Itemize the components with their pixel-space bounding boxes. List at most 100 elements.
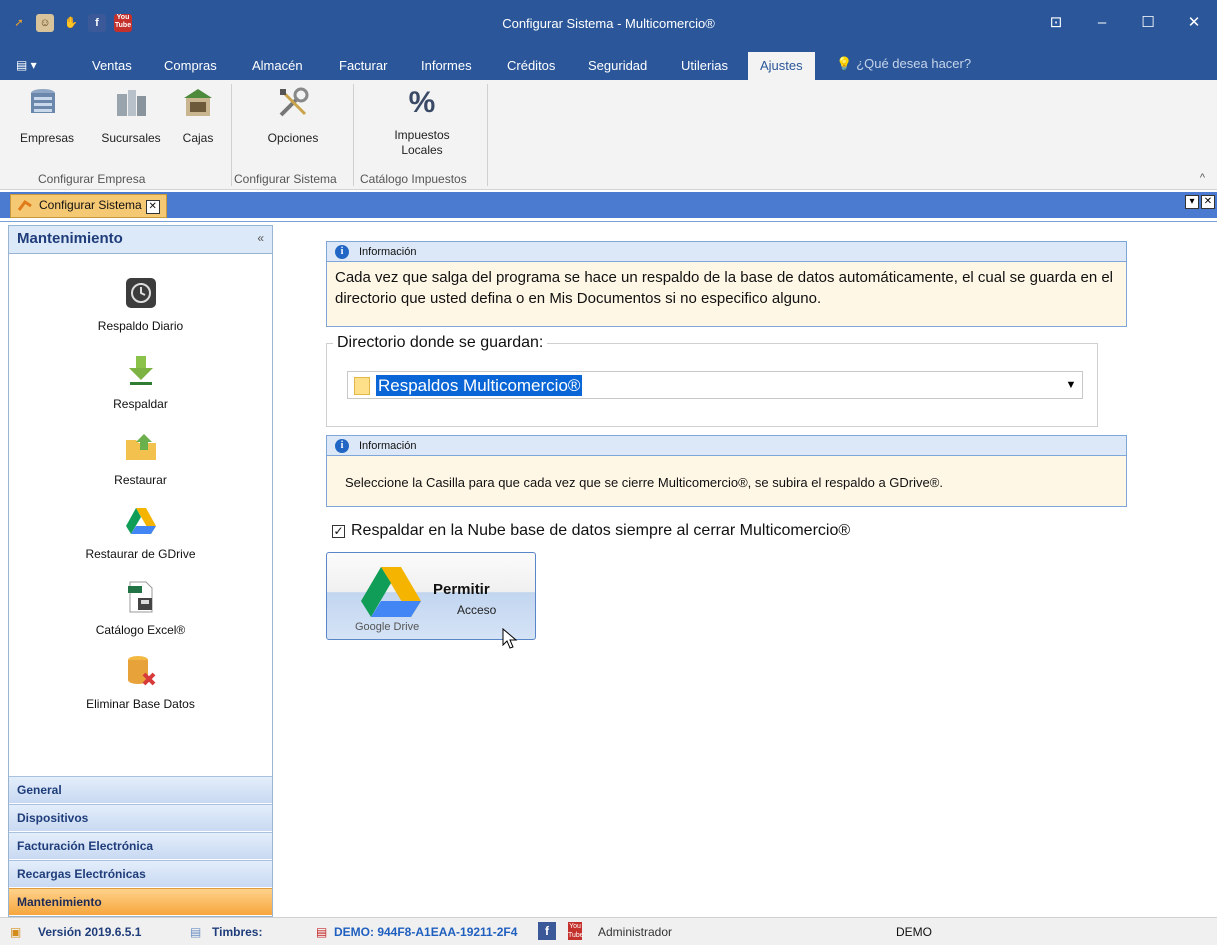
directory-group: Directorio donde se guardan: Respaldos M… (326, 334, 1098, 427)
permit-title: Permitir (433, 581, 490, 598)
opciones-label: Opciones (267, 131, 319, 145)
app-logo-icon (17, 199, 32, 211)
youtube-icon[interactable]: You Tube (568, 922, 584, 940)
status-version: Versión 2019.6.5.1 (38, 925, 142, 939)
sidebar-item-restaurar[interactable]: Restaurar (9, 430, 272, 487)
close-tab-icon[interactable]: ✕ (145, 200, 160, 214)
sidebar-item-label: Respaldo Diario (97, 319, 184, 333)
google-drive-icon (361, 567, 421, 617)
tab-utilerias[interactable]: Utilerias (681, 58, 728, 73)
group-label-configurar-empresa: Configurar Empresa (38, 172, 146, 186)
empresas-button[interactable]: Empresas (20, 86, 75, 145)
cajas-label: Cajas (182, 131, 214, 145)
directory-legend: Directorio donde se guardan: (333, 334, 548, 352)
group-label-catalogo-impuestos: Catálogo Impuestos (360, 172, 467, 186)
directory-combo[interactable]: Respaldos Multicomercio® ▼ (347, 371, 1083, 399)
tab-strip-bar (0, 192, 1217, 218)
sidebar-item-label: Catálogo Excel® (95, 623, 186, 637)
lightbulb-icon: 💡 (836, 56, 853, 71)
info-panel-title: Información (359, 245, 417, 258)
title-bar: ➚ ☺ ✋ f You Tube Configurar Sistema - Mu… (0, 0, 1217, 50)
sidebar-category-recargas-electronicas[interactable]: Recargas Electrónicas (9, 860, 272, 887)
window-controls: ⊡ – ☐ ✕ (1033, 10, 1217, 36)
sidebar-category-mantenimiento[interactable]: Mantenimiento (9, 888, 272, 915)
tab-facturar[interactable]: Facturar (339, 58, 387, 73)
info-panel-backup: i Información Cada vez que salga del pro… (326, 241, 1127, 327)
close-button[interactable]: ✕ (1171, 10, 1217, 36)
tell-me-label: ¿Qué desea hacer? (856, 56, 972, 71)
demo-key-icon: ▤ (316, 925, 328, 939)
impuestos-locales-button[interactable]: % Impuestos Locales (382, 86, 462, 158)
sidebar-category-dispositivos[interactable]: Dispositivos (9, 804, 272, 831)
cloud-backup-checkbox[interactable]: ✓ Respaldar en la Nube base de datos sie… (332, 522, 850, 540)
sidebar-item-restaurar-gdrive[interactable]: Restaurar de GDrive (9, 504, 272, 561)
info-panel-gdrive: i Información Seleccione la Casilla para… (326, 435, 1127, 507)
sidebar-item-eliminar-base-datos[interactable]: Eliminar Base Datos (9, 654, 272, 711)
facebook-icon[interactable]: f (538, 922, 556, 940)
tab-list-icon[interactable]: ▾ (1185, 195, 1199, 209)
status-user: Administrador (598, 925, 673, 939)
menu-icon[interactable]: ▤ ▾ (16, 58, 42, 74)
ribbon-separator (353, 84, 354, 186)
tab-informes[interactable]: Informes (421, 58, 472, 73)
doc-tab-configurar-sistema[interactable]: Configurar Sistema ✕ (10, 194, 167, 218)
sucursales-button[interactable]: Sucursales (96, 86, 166, 145)
doc-tab-label: Configurar Sistema (39, 198, 142, 212)
close-all-icon[interactable]: ✕ (1201, 195, 1215, 209)
info-panel-text: Cada vez que salga del programa se hace … (335, 269, 1114, 307)
sidebar-title: Mantenimiento (17, 230, 123, 247)
sidebar-category-facturacion-electronica[interactable]: Facturación Electrónica (9, 832, 272, 859)
sidebar-item-respaldar[interactable]: Respaldar (9, 354, 272, 411)
sidebar-item-label: Restaurar (114, 473, 167, 487)
google-drive-label: Google Drive (355, 621, 420, 633)
timbres-icon: ▤ (190, 925, 202, 939)
branches-icon (117, 90, 146, 116)
tell-me-search[interactable]: 💡 ¿Qué desea hacer? (836, 56, 971, 72)
main-content: i Información Cada vez que salga del pro… (274, 225, 1217, 917)
empresas-label: Empresas (20, 131, 75, 145)
info-panel-text: Seleccione la Casilla para que cada vez … (345, 475, 943, 490)
status-bar: ▣ Versión 2019.6.5.1 ▤ Timbres: ▤ DEMO: … (0, 917, 1217, 945)
sucursales-label: Sucursales (101, 131, 161, 145)
database-delete-icon (127, 656, 155, 686)
excel-file-icon (127, 581, 152, 613)
checkbox-checked-icon[interactable]: ✓ (332, 524, 345, 538)
directory-value: Respaldos Multicomercio® (376, 375, 583, 396)
mouse-cursor-icon (502, 628, 518, 649)
info-panel-header: i Información (327, 436, 1126, 456)
status-timbres: Timbres: (212, 925, 263, 939)
checkbox-label: Respaldar en la Nube base de datos siemp… (351, 522, 851, 539)
tab-almacen[interactable]: Almacén (252, 58, 303, 73)
sidebar-item-respaldo-diario[interactable]: Respaldo Diario (9, 276, 272, 333)
status-app-icon: ▣ (10, 925, 22, 939)
ribbon-separator (231, 84, 232, 186)
clock-icon (125, 278, 156, 308)
percent-icon: % (408, 86, 436, 119)
ribbon-separator (487, 84, 488, 186)
tab-ventas[interactable]: Ventas (92, 58, 132, 73)
sidebar-category-general[interactable]: General (9, 776, 272, 803)
maximize-button[interactable]: ☐ (1125, 10, 1171, 36)
document-tab-strip: Configurar Sistema ✕ ▾ ✕ (0, 190, 1217, 222)
group-label-configurar-sistema: Configurar Sistema (234, 172, 337, 186)
tab-compras[interactable]: Compras (164, 58, 217, 73)
google-drive-icon (125, 508, 156, 534)
tab-seguridad[interactable]: Seguridad (588, 58, 647, 73)
tab-ajustes[interactable]: Ajustes (748, 52, 815, 80)
opciones-button[interactable]: Opciones (258, 86, 328, 145)
info-panel-title: Información (359, 439, 417, 452)
restore-ribbon-icon[interactable]: ⊡ (1033, 10, 1079, 36)
sidebar-header: Mantenimiento « (9, 226, 272, 254)
info-icon: i (335, 244, 349, 259)
tab-creditos[interactable]: Créditos (507, 58, 555, 73)
sidebar-item-catalogo-excel[interactable]: Catálogo Excel® (9, 580, 272, 637)
cajas-button[interactable]: Cajas (176, 86, 220, 145)
info-panel-header: i Información (327, 242, 1126, 262)
google-drive-permit-button[interactable]: Permitir Acceso Google Drive (326, 552, 536, 640)
collapse-ribbon-icon[interactable]: ^ (1200, 172, 1205, 184)
collapse-sidebar-icon[interactable]: « (257, 231, 264, 245)
minimize-button[interactable]: – (1079, 10, 1125, 36)
dropdown-arrow-icon[interactable]: ▼ (1060, 372, 1082, 398)
building-icon (31, 89, 55, 113)
permit-subtitle: Acceso (457, 603, 497, 617)
